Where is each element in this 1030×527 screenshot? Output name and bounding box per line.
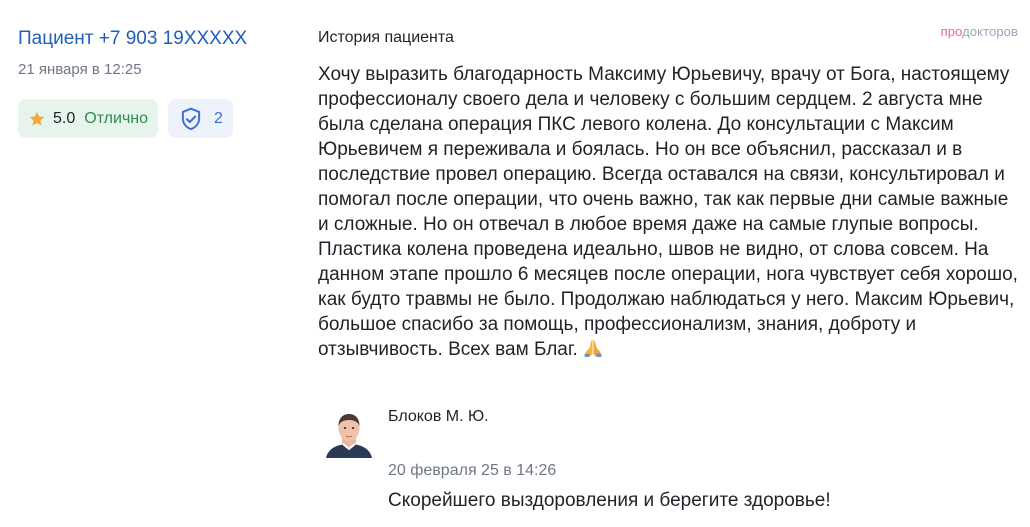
reply-text: Скорейшего выздоровления и берегите здор…: [388, 490, 831, 511]
review-body: История пациента Хочу выразить благодарн…: [318, 28, 1018, 362]
verified-count: 2: [214, 109, 223, 127]
rating-label: Отлично: [84, 109, 149, 127]
review-text: Хочу выразить благодарность Максиму Юрье…: [318, 64, 1018, 360]
star-icon: [28, 110, 46, 128]
doctor-avatar[interactable]: [320, 406, 378, 458]
section-title: История пациента: [318, 29, 454, 46]
rating-badge: 5.0 Отлично: [18, 99, 159, 138]
shield-check-icon: [178, 106, 204, 132]
rating-score: 5.0: [53, 109, 76, 127]
patient-name-link[interactable]: Пациент +7 903 19XXXXX: [18, 26, 288, 52]
review-text-block: Хочу выразить благодарность Максиму Юрье…: [318, 62, 1018, 362]
review-badges: 5.0 Отлично 2: [18, 99, 288, 138]
review-date: 21 января в 12:25: [18, 61, 142, 78]
reply-date: 20 февраля 25 в 14:26: [388, 462, 557, 479]
folded-hands-icon: [582, 338, 604, 358]
review-author-panel: Пациент +7 903 19XXXXX 21 января в 12:25…: [18, 26, 288, 138]
doctor-name: Блоков М. Ю.: [388, 408, 489, 425]
verified-badge[interactable]: 2: [168, 99, 233, 138]
